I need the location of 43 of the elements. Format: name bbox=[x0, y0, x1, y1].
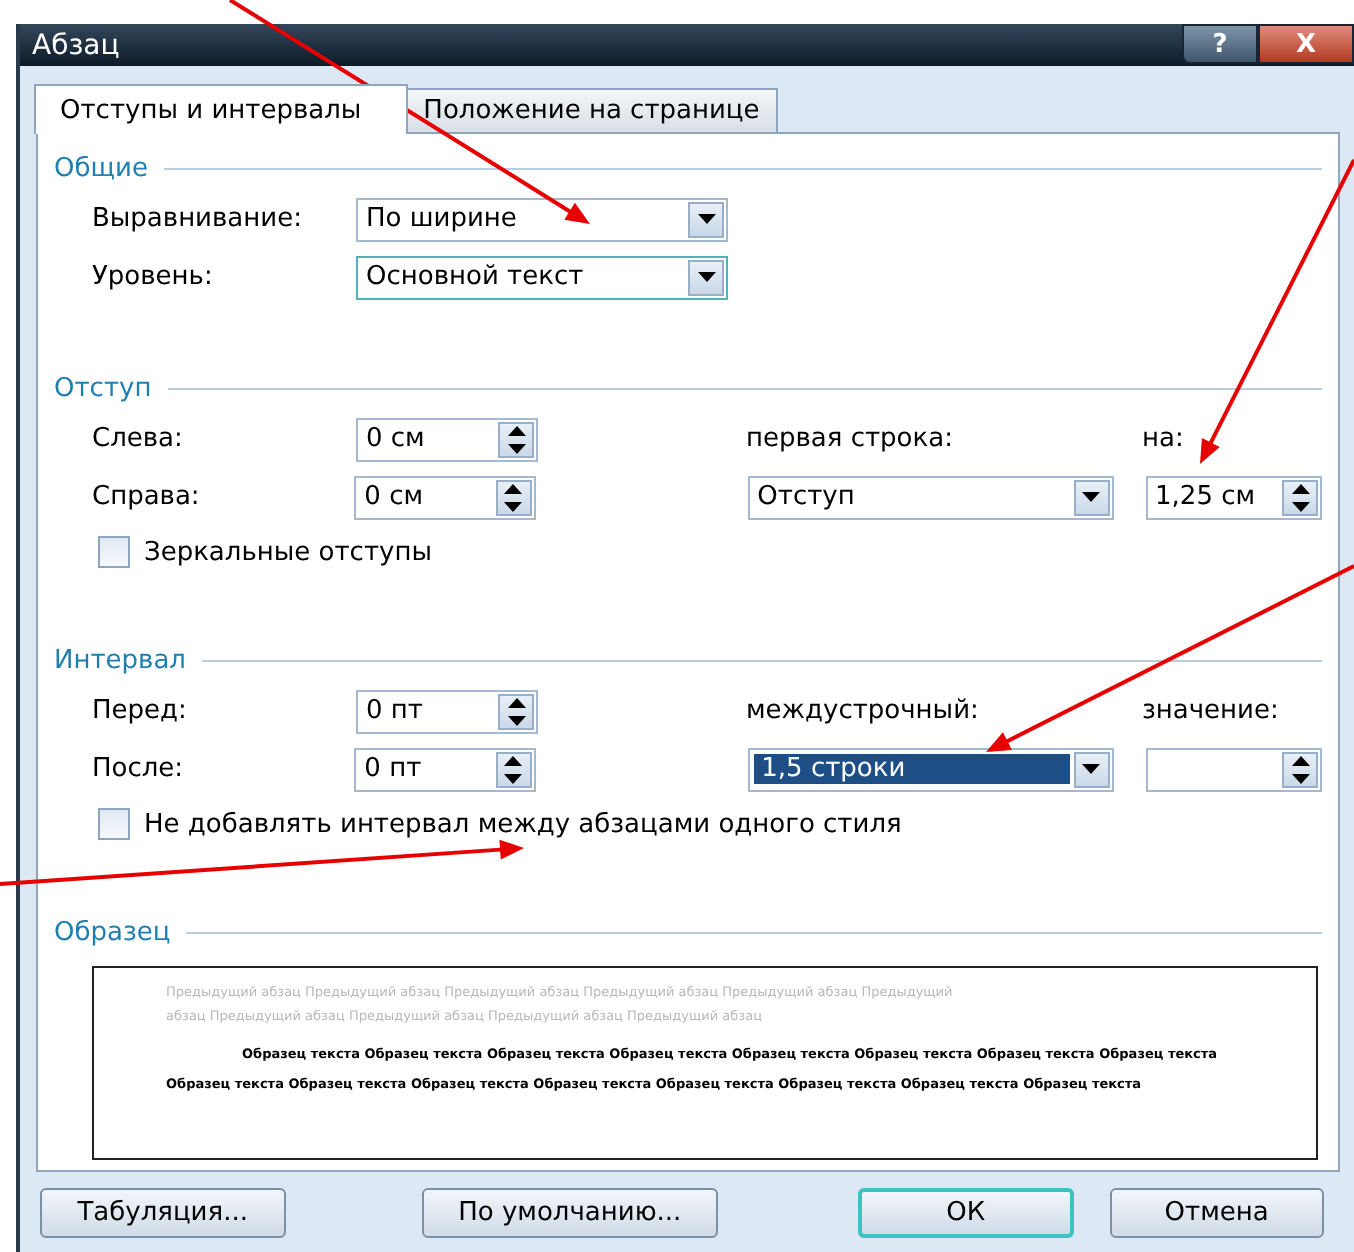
spin-field[interactable]: 0 пт bbox=[354, 747, 536, 791]
tab[interactable]: Положение на странице bbox=[405, 88, 778, 132]
field-label: междустрочный: bbox=[746, 696, 981, 726]
checkbox[interactable] bbox=[98, 536, 130, 568]
alignment-dropdown[interactable]: По ширине bbox=[356, 197, 728, 241]
spin-arrows-icon bbox=[498, 421, 534, 457]
dialog-button[interactable]: Табуляция... bbox=[40, 1187, 286, 1237]
spin-field[interactable]: 0 см bbox=[356, 417, 538, 461]
field-label: Перед: bbox=[92, 696, 189, 726]
field-label: значение: bbox=[1142, 696, 1279, 726]
tab[interactable]: Отступы и интервалы bbox=[34, 84, 408, 134]
section-title: Отступ bbox=[54, 373, 152, 403]
first-line-dropdown[interactable]: Отступ bbox=[747, 475, 1114, 519]
field-label: Выравнивание: bbox=[92, 204, 304, 234]
field-label: Справа: bbox=[92, 482, 202, 512]
checkbox-label: Не добавлять интервал между абзацами одного стиля bbox=[144, 809, 902, 839]
field-label: После: bbox=[92, 754, 186, 784]
spin-arrows-icon bbox=[498, 693, 534, 729]
close-button[interactable]: X bbox=[1258, 24, 1354, 64]
field-label: Слева: bbox=[92, 424, 185, 454]
checkbox-label: Зеркальные отступы bbox=[144, 537, 432, 567]
spin-field[interactable] bbox=[1145, 747, 1323, 791]
section-title: Общие bbox=[54, 153, 148, 183]
section-title: Образец bbox=[54, 917, 171, 947]
spin-field[interactable]: 1,25 см bbox=[1145, 475, 1323, 519]
field-label: Уровень: bbox=[92, 262, 215, 292]
dialog-button[interactable]: Отмена bbox=[1109, 1187, 1325, 1237]
spin-field[interactable]: 0 см bbox=[354, 475, 536, 519]
spin-arrows-icon bbox=[495, 751, 532, 787]
line-spacing-dropdown[interactable]: 1,5 строки bbox=[747, 747, 1114, 791]
dialog-button[interactable]: ОК bbox=[858, 1187, 1074, 1237]
spin-arrows-icon bbox=[495, 479, 532, 515]
dialog-button[interactable]: По умолчанию... bbox=[421, 1187, 719, 1237]
field-label: первая строка: bbox=[746, 424, 955, 454]
section-title: Интервал bbox=[54, 645, 186, 675]
level-dropdown[interactable]: Основной текст bbox=[356, 255, 728, 299]
spin-arrows-icon bbox=[1282, 479, 1319, 515]
checkbox[interactable] bbox=[98, 808, 130, 840]
help-button[interactable]: ? bbox=[1182, 24, 1258, 64]
spin-arrows-icon bbox=[1282, 751, 1319, 787]
field-label: на: bbox=[1142, 424, 1184, 454]
window-title: Абзац bbox=[32, 29, 120, 61]
spin-field[interactable]: 0 пт bbox=[356, 689, 538, 733]
